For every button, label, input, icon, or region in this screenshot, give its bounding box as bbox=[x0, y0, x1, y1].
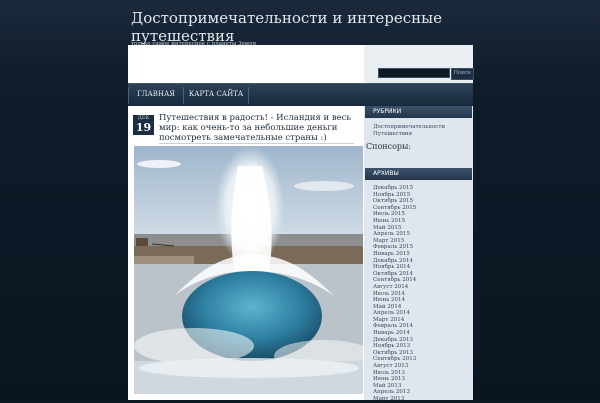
archive-link[interactable]: Август 2013 bbox=[373, 363, 416, 370]
archive-link[interactable]: Май 2014 bbox=[373, 304, 416, 311]
archive-link[interactable]: Октябрь 2015 bbox=[373, 198, 416, 205]
search-input[interactable] bbox=[378, 68, 450, 78]
archive-link[interactable]: Сентябрь 2014 bbox=[373, 277, 416, 284]
category-link[interactable]: Путешествия bbox=[373, 131, 412, 138]
post-title-link[interactable]: Путешествия в радость! - Исландия и весь… bbox=[159, 113, 359, 143]
archive-link[interactable]: Январь 2015 bbox=[373, 251, 416, 258]
category-link[interactable]: Достопримечательности bbox=[373, 124, 445, 131]
main-navigation: ГЛАВНАЯ КАРТА САЙТА bbox=[128, 83, 473, 107]
search-button[interactable]: Поиск bbox=[451, 68, 474, 80]
archive-link[interactable]: Февраль 2014 bbox=[373, 323, 416, 330]
archive-link[interactable]: Июнь 2014 bbox=[373, 297, 416, 304]
archive-link[interactable]: Сентябрь 2015 bbox=[373, 205, 416, 212]
archive-link[interactable]: Июнь 2013 bbox=[373, 376, 416, 383]
archive-link[interactable]: Февраль 2015 bbox=[373, 244, 416, 251]
archive-link[interactable]: Май 2013 bbox=[373, 383, 416, 390]
archive-link[interactable]: Апрель 2014 bbox=[373, 310, 416, 317]
archive-link[interactable]: Январь 2014 bbox=[373, 330, 416, 337]
categories-heading: РУБРИКИ bbox=[365, 106, 472, 118]
archive-link[interactable]: Ноябрь 2014 bbox=[373, 264, 416, 271]
archive-link[interactable]: Декабрь 2015 bbox=[373, 185, 416, 192]
archive-link[interactable]: Июнь 2015 bbox=[373, 218, 416, 225]
archive-link[interactable]: Май 2015 bbox=[373, 225, 416, 232]
archive-link[interactable]: Июль 2015 bbox=[373, 211, 416, 218]
archive-link[interactable]: Август 2014 bbox=[373, 284, 416, 291]
archive-link[interactable]: Март 2014 bbox=[373, 317, 416, 324]
nav-item-home[interactable]: ГЛАВНАЯ bbox=[130, 84, 182, 107]
post-divider bbox=[159, 143, 354, 144]
archive-link[interactable]: Март 2013 bbox=[373, 396, 416, 403]
nav-separator bbox=[183, 87, 184, 104]
archive-link[interactable]: Ноябрь 2013 bbox=[373, 343, 416, 350]
archive-link[interactable]: Сентябрь 2013 bbox=[373, 356, 416, 363]
archive-link[interactable]: Апрель 2013 bbox=[373, 389, 416, 396]
archive-link[interactable]: Апрель 2015 bbox=[373, 231, 416, 238]
site-title[interactable]: Достопримечательности и интересные путеш… bbox=[131, 9, 461, 45]
post-date-badge: ДЕК 19 bbox=[133, 115, 154, 135]
archives-heading: АРХИВЫ bbox=[365, 168, 472, 180]
nav-separator bbox=[128, 87, 129, 104]
geyser-photo[interactable] bbox=[134, 146, 363, 394]
post-date-day: 19 bbox=[135, 121, 152, 134]
nav-item-sitemap[interactable]: КАРТА САЙТА bbox=[185, 84, 247, 107]
sponsors-label: Спонсоры: bbox=[366, 142, 412, 151]
nav-separator bbox=[248, 87, 249, 104]
archive-link[interactable]: Июль 2014 bbox=[373, 291, 416, 298]
archive-link[interactable]: Март 2015 bbox=[373, 238, 416, 245]
archive-link[interactable]: Июль 2013 bbox=[373, 370, 416, 377]
archive-list: Декабрь 2015 Ноябрь 2015 Октябрь 2015 Сентя… bbox=[373, 185, 416, 403]
